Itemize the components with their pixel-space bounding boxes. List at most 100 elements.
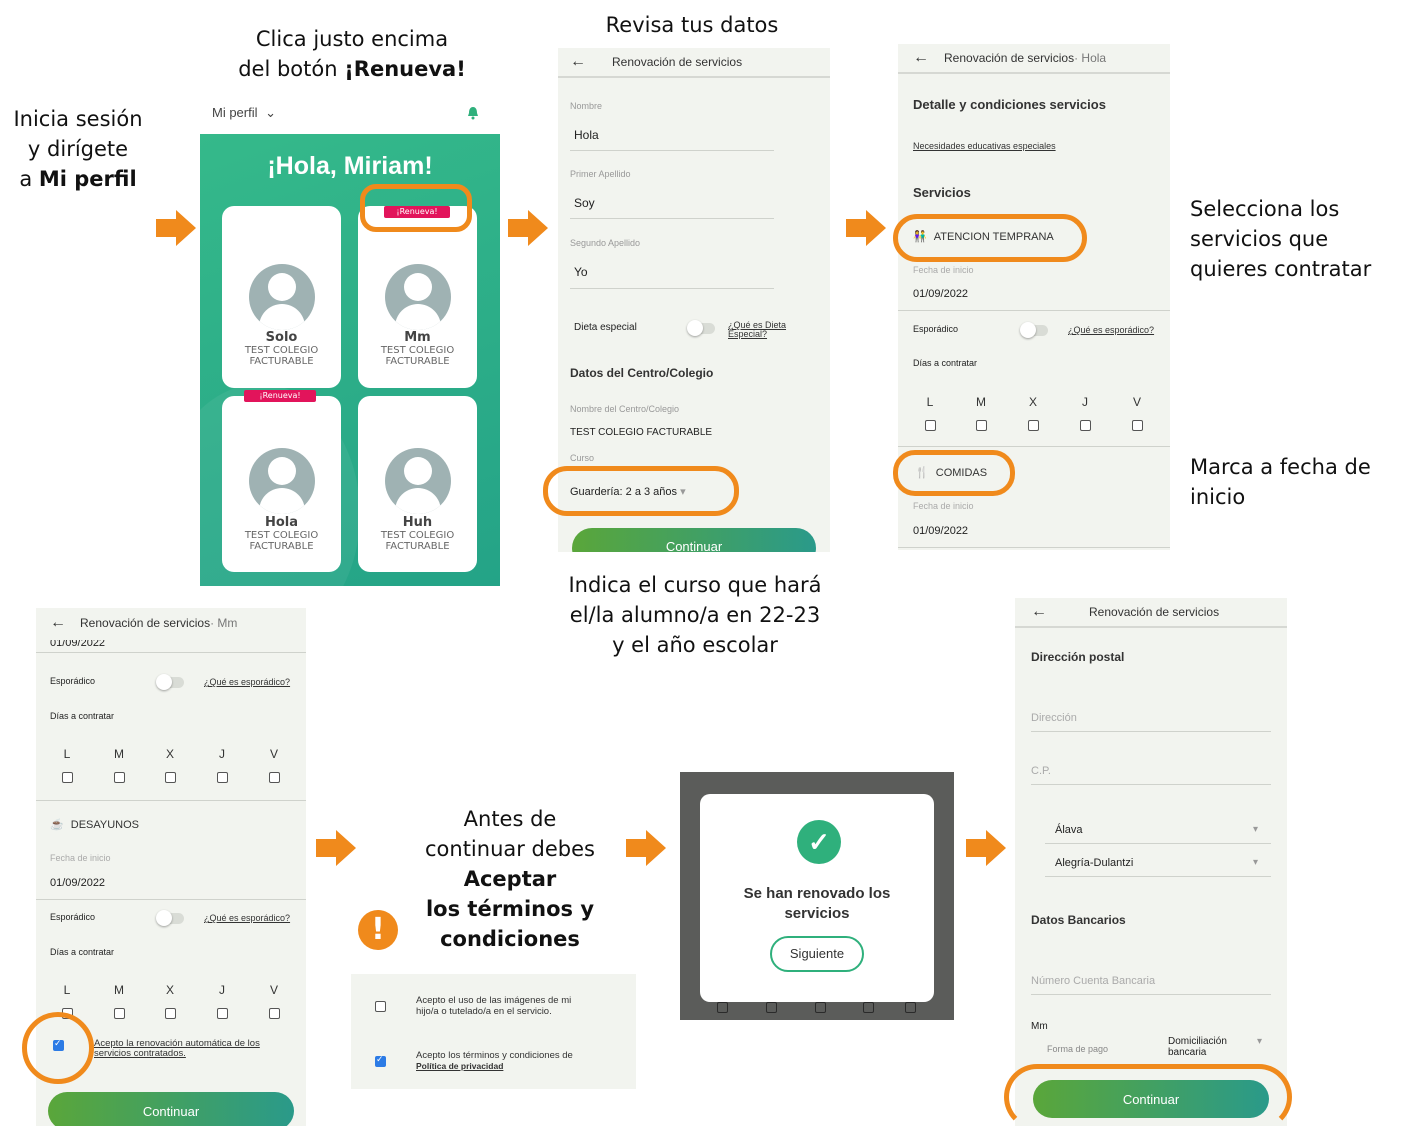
day-checkbox[interactable]: [1080, 420, 1091, 431]
back-arrow-icon[interactable]: ←: [558, 53, 598, 71]
child-school: FACTURABLE: [249, 541, 314, 552]
nombre-field[interactable]: Hola: [574, 128, 599, 142]
day-checkbox[interactable]: [62, 772, 73, 783]
esporadico-toggle[interactable]: [156, 674, 184, 690]
day-checkbox[interactable]: [269, 1008, 280, 1019]
continue-button[interactable]: Continuar: [572, 528, 816, 552]
day-checkbox: [766, 1002, 777, 1013]
day-checkbox: [815, 1002, 826, 1013]
check-circle-icon: ✓: [797, 820, 841, 864]
profile-menu[interactable]: Mi perfil ⌄: [212, 105, 276, 121]
caption-text: Aceptar: [463, 867, 557, 891]
divider: [570, 288, 774, 289]
day-checkbox[interactable]: [925, 420, 936, 431]
arrow-right-icon: [156, 210, 196, 246]
direccion-input[interactable]: Dirección: [1031, 712, 1077, 724]
back-arrow-icon[interactable]: ←: [898, 49, 944, 67]
dias-label: Días a contratar: [50, 711, 115, 721]
images-consent-checkbox[interactable]: [375, 1001, 386, 1012]
renueva-badge[interactable]: ¡Renueva!: [244, 390, 316, 402]
payment-method-select[interactable]: Domiciliación bancaria: [1168, 1036, 1227, 1058]
day-checkbox[interactable]: [269, 772, 280, 783]
field-label: Curso: [570, 453, 595, 463]
fecha-inicio-field[interactable]: 01/09/2022: [913, 288, 968, 300]
dialog-message: Se han renovado los servicios: [743, 885, 891, 922]
day-checkbox[interactable]: [114, 772, 125, 783]
back-arrow-icon[interactable]: ←: [36, 614, 80, 632]
day-checkbox[interactable]: [217, 1008, 228, 1019]
divider: [1031, 784, 1271, 785]
fecha-inicio-field[interactable]: 01/09/2022: [50, 877, 105, 889]
terms-box: Acepto el uso de las imágenes de mi hijo/…: [351, 974, 636, 1089]
continue-button[interactable]: Continuar: [48, 1092, 294, 1126]
esporadico-link[interactable]: ¿Qué es esporádico?: [204, 913, 290, 923]
dieta-link[interactable]: ¿Qué es Dieta Especial?: [728, 321, 786, 339]
day-label: V: [1132, 395, 1141, 409]
child-school: FACTURABLE: [385, 356, 450, 367]
bank-account-input[interactable]: Número Cuenta Bancaria: [1031, 975, 1155, 987]
day-label: J: [1082, 395, 1088, 409]
divider: [1045, 876, 1271, 877]
day-label: V: [269, 747, 278, 761]
segundo-apellido-field[interactable]: Yo: [574, 265, 588, 279]
child-name: Hola: [264, 515, 299, 530]
esporadico-label: Esporádico: [913, 324, 959, 334]
day-checkbox[interactable]: [1028, 420, 1039, 431]
renewal-text: Acepto la renovación automática de los se…: [94, 1038, 260, 1059]
dieta-toggle[interactable]: [687, 320, 715, 336]
header-title: Renovación de servicios: [944, 51, 1075, 65]
bell-icon[interactable]: [467, 106, 479, 120]
day-checkbox[interactable]: [976, 420, 987, 431]
child-card-hola[interactable]: ¡Renueva! Hola TEST COLEGIO FACTURABLE: [222, 390, 341, 572]
service-desayunos[interactable]: ☕ DESAYUNOS: [50, 818, 139, 831]
field-label: Fecha de inicio: [50, 853, 111, 863]
day-label: V: [269, 983, 278, 997]
images-consent-text: Acepto el uso de las imágenes de mi hijo/…: [416, 995, 572, 1017]
day-checkbox[interactable]: [114, 1008, 125, 1019]
caption-step2: Clica justo encima del botón ¡Renueva!: [222, 24, 482, 84]
field-label: Forma de pago: [1047, 1044, 1109, 1054]
caption-terms: Antes de continuar debes Aceptar los tér…: [400, 804, 620, 954]
primer-apellido-field[interactable]: Soy: [574, 196, 595, 210]
postal-code-input[interactable]: C.P.: [1031, 765, 1051, 777]
child-school: TEST COLEGIO: [244, 345, 319, 356]
day-checkbox[interactable]: [217, 772, 228, 783]
avatar: [249, 448, 315, 514]
header: ← Renovación de servicios: [1015, 598, 1287, 628]
screen-direccion: ← Renovación de servicios Dirección post…: [1015, 598, 1287, 1126]
child-card-solo[interactable]: Solo TEST COLEGIO FACTURABLE: [222, 206, 341, 388]
child-school: TEST COLEGIO: [380, 530, 455, 541]
child-name: Mm: [404, 330, 431, 345]
back-arrow-icon[interactable]: ←: [1015, 603, 1063, 621]
caption-text: y dirígete: [27, 137, 129, 161]
esporadico-toggle[interactable]: [156, 910, 184, 926]
day-checkbox[interactable]: [165, 1008, 176, 1019]
highlight-ring: [893, 450, 1015, 496]
privacy-policy-link[interactable]: Política de privacidad: [416, 1061, 573, 1072]
day-label: X: [1028, 395, 1037, 409]
coffee-cup-icon: ☕: [50, 819, 64, 831]
province-select[interactable]: Álava: [1055, 824, 1083, 836]
day-checkbox[interactable]: [165, 772, 176, 783]
caption-text: y el año escolar: [612, 633, 778, 657]
day-checkbox: [863, 1002, 874, 1013]
field-label: Primer Apellido: [570, 169, 631, 179]
esporadico-link[interactable]: ¿Qué es esporádico?: [204, 677, 290, 687]
header-title: Renovación de servicios: [612, 55, 743, 69]
esporadico-toggle[interactable]: [1020, 322, 1048, 338]
child-card-mm[interactable]: ¡Renueva! Mm TEST COLEGIO FACTURABLE: [358, 206, 477, 388]
next-button[interactable]: Siguiente: [770, 936, 864, 972]
header: ← Renovación de servicios · Hola: [898, 44, 1170, 74]
necesidades-link[interactable]: Necesidades educativas especiales: [913, 141, 1056, 151]
day-label: L: [63, 747, 71, 761]
child-card-huh[interactable]: Huh TEST COLEGIO FACTURABLE: [358, 396, 477, 572]
esporadico-link[interactable]: ¿Qué es esporádico?: [1068, 325, 1154, 335]
fecha-inicio-field[interactable]: 01/09/2022: [50, 640, 105, 650]
child-school: TEST COLEGIO: [244, 530, 319, 541]
fecha-inicio-field[interactable]: 01/09/2022: [913, 525, 968, 537]
day-checkbox[interactable]: [1132, 420, 1143, 431]
header: ← Renovación de servicios: [558, 48, 830, 78]
terms-checkbox[interactable]: [375, 1054, 386, 1067]
city-select[interactable]: Alegría-Dulantzi: [1055, 857, 1133, 869]
caption-step1: Inicia sesión y dirígete a Mi perfil: [8, 104, 148, 194]
